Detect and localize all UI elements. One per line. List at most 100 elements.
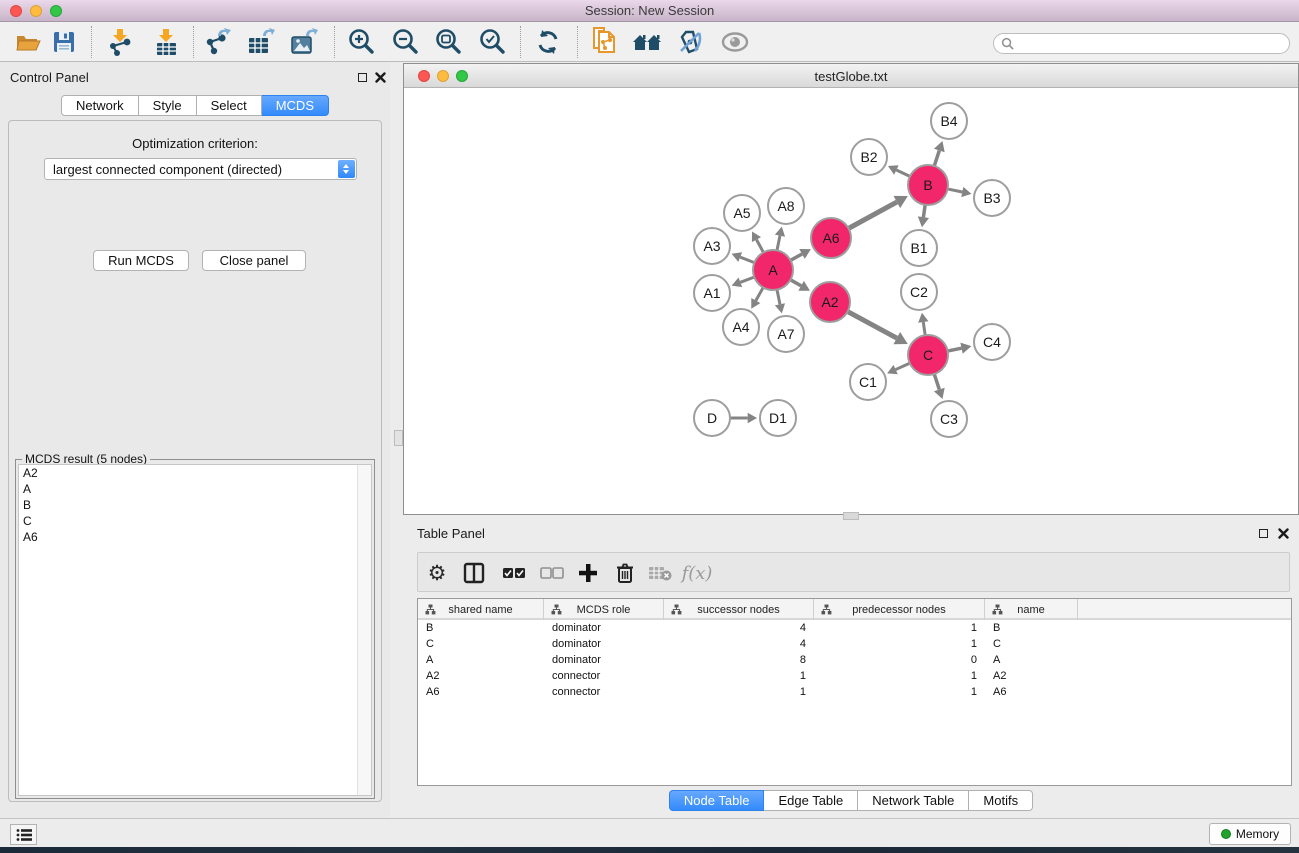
network-edge-A-A7[interactable]	[775, 288, 785, 314]
open-file-button[interactable]	[11, 26, 45, 58]
network-edge-B-B2[interactable]	[888, 165, 912, 177]
table-cell[interactable]: dominator	[544, 652, 664, 668]
tab-style[interactable]: Style	[139, 95, 197, 116]
import-network-button[interactable]	[103, 26, 137, 58]
memory-button[interactable]: Memory	[1209, 823, 1291, 845]
table-cell[interactable]: C	[418, 636, 544, 652]
network-node-A[interactable]: A	[753, 250, 793, 290]
column-header-predecessor-nodes[interactable]: predecessor nodes	[814, 599, 985, 620]
optimization-criterion-dropdown[interactable]: largest connected component (directed)	[44, 158, 357, 180]
zoom-selected-button[interactable]	[475, 26, 509, 58]
export-table-button[interactable]	[244, 26, 278, 58]
network-node-B[interactable]: B	[908, 165, 948, 205]
show-columns-button[interactable]	[459, 558, 489, 588]
network-node-A2[interactable]: A2	[810, 282, 850, 322]
network-edge-B-B3[interactable]	[946, 187, 972, 197]
run-mcds-button[interactable]: Run MCDS	[93, 250, 189, 271]
table-row-b[interactable]: Bdominator41B	[418, 620, 1291, 636]
close-panel-button[interactable]: Close panel	[202, 250, 306, 271]
network-node-B2[interactable]: B2	[851, 139, 887, 175]
function-builder-button[interactable]: f(x)	[679, 558, 715, 588]
tab-motifs[interactable]: Motifs	[969, 790, 1033, 811]
network-node-A5[interactable]: A5	[724, 195, 760, 231]
column-header-shared-name[interactable]: shared name	[418, 599, 544, 620]
network-node-D1[interactable]: D1	[760, 400, 796, 436]
table-row-a6[interactable]: A6connector11A6	[418, 684, 1291, 700]
table-cell[interactable]: dominator	[544, 620, 664, 636]
task-history-button[interactable]	[10, 824, 37, 845]
float-panel-icon[interactable]	[358, 73, 367, 82]
result-item-a2[interactable]: A2	[19, 465, 371, 481]
table-cell[interactable]: 1	[814, 684, 985, 700]
network-node-A6[interactable]: A6	[811, 218, 851, 258]
home-button[interactable]	[630, 26, 664, 58]
network-edge-A-A1[interactable]	[732, 276, 757, 287]
result-list-scrollbar[interactable]	[357, 465, 371, 795]
table-cell[interactable]: 4	[664, 620, 814, 636]
tab-network-table[interactable]: Network Table	[858, 790, 969, 811]
network-node-A7[interactable]: A7	[768, 316, 804, 352]
network-edge-A-A5[interactable]	[752, 231, 764, 254]
table-float-icon[interactable]	[1259, 529, 1268, 538]
vertical-splitter-grip[interactable]	[394, 430, 403, 446]
search-field[interactable]	[993, 33, 1290, 54]
table-cell[interactable]: connector	[544, 668, 664, 684]
table-row-a2[interactable]: A2connector11A2	[418, 668, 1291, 684]
network-node-A1[interactable]: A1	[694, 275, 730, 311]
tab-edge-table[interactable]: Edge Table	[764, 790, 858, 811]
network-edge-B-B1[interactable]	[918, 203, 929, 227]
table-cell[interactable]: B	[418, 620, 544, 636]
table-cell[interactable]: 1	[814, 636, 985, 652]
table-cell[interactable]: A	[418, 652, 544, 668]
zoom-out-button[interactable]	[388, 26, 422, 58]
tab-node-table[interactable]: Node Table	[669, 790, 765, 811]
table-cell[interactable]: A6	[985, 684, 1078, 700]
tab-mcds[interactable]: MCDS	[262, 95, 329, 116]
table-cell[interactable]: A	[985, 652, 1078, 668]
result-item-c[interactable]: C	[19, 513, 371, 529]
table-cell[interactable]: B	[985, 620, 1078, 636]
table-cell[interactable]: 1	[664, 668, 814, 684]
select-all-button[interactable]	[499, 558, 529, 588]
network-node-A8[interactable]: A8	[768, 188, 804, 224]
save-session-button[interactable]	[47, 26, 81, 58]
network-edge-C-C1[interactable]	[887, 362, 911, 374]
export-network-button[interactable]	[201, 26, 235, 58]
table-cell[interactable]: A2	[418, 668, 544, 684]
table-cell[interactable]: 4	[664, 636, 814, 652]
network-node-D[interactable]: D	[694, 400, 730, 436]
result-item-a6[interactable]: A6	[19, 529, 371, 545]
mcds-result-list[interactable]: A2ABCA6	[18, 464, 372, 796]
network-node-C2[interactable]: C2	[901, 274, 937, 310]
export-image-button[interactable]	[287, 26, 321, 58]
network-edge-C-C3[interactable]	[934, 372, 945, 399]
table-cell[interactable]: C	[985, 636, 1078, 652]
tab-network[interactable]: Network	[61, 95, 139, 116]
zoom-fit-button[interactable]	[431, 26, 465, 58]
table-cell[interactable]: dominator	[544, 636, 664, 652]
network-edge-A-A2[interactable]	[789, 279, 810, 291]
table-cell[interactable]: connector	[544, 684, 664, 700]
column-settings-button[interactable]: ⚙	[422, 558, 452, 588]
column-header-MCDS-role[interactable]: MCDS role	[544, 599, 664, 620]
new-network-from-selection-button[interactable]	[587, 26, 621, 58]
table-cell[interactable]: A2	[985, 668, 1078, 684]
network-edge-C-C2[interactable]	[918, 313, 928, 337]
column-header-successor-nodes[interactable]: successor nodes	[664, 599, 814, 620]
result-item-b[interactable]: B	[19, 497, 371, 513]
result-item-a[interactable]: A	[19, 481, 371, 497]
table-cell[interactable]: A6	[418, 684, 544, 700]
network-edge-A-A4[interactable]	[751, 286, 764, 309]
network-node-A3[interactable]: A3	[694, 228, 730, 264]
hide-annotations-button[interactable]	[673, 26, 707, 58]
network-node-B3[interactable]: B3	[974, 180, 1010, 216]
network-window-titlebar[interactable]: testGlobe.txt	[404, 64, 1298, 88]
table-row-a[interactable]: Adominator80A	[418, 652, 1291, 668]
horizontal-splitter-grip[interactable]	[843, 512, 859, 520]
network-node-B1[interactable]: B1	[901, 230, 937, 266]
network-node-C1[interactable]: C1	[850, 364, 886, 400]
table-cell[interactable]: 8	[664, 652, 814, 668]
network-edge-C-C4[interactable]	[946, 343, 972, 354]
network-edge-B-B4[interactable]	[934, 141, 945, 168]
table-cell[interactable]: 0	[814, 652, 985, 668]
